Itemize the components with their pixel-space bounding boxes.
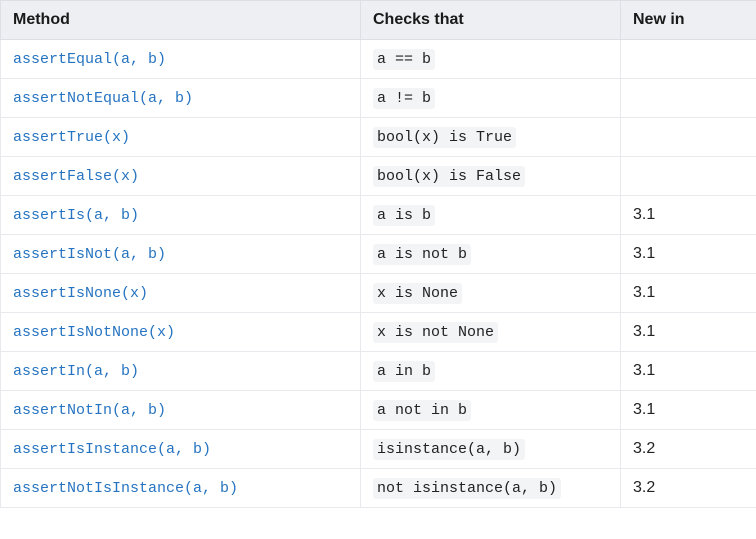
table-row: assertEqual(a, b) a == b	[1, 40, 756, 79]
cell-method: assertNotEqual(a, b)	[1, 79, 361, 118]
table-row: assertFalse(x) bool(x) is False	[1, 157, 756, 196]
method-link[interactable]: assertFalse(x)	[13, 168, 139, 185]
cell-checks: a != b	[361, 79, 621, 118]
header-checks: Checks that	[361, 1, 621, 40]
check-expression: a != b	[373, 88, 435, 109]
table-row: assertIsNotNone(x) x is not None 3.1	[1, 313, 756, 352]
table-header-row: Method Checks that New in	[1, 1, 756, 40]
check-expression: x is None	[373, 283, 462, 304]
method-link[interactable]: assertNotEqual(a, b)	[13, 90, 193, 107]
cell-method: assertIsNot(a, b)	[1, 235, 361, 274]
header-new-in: New in	[621, 1, 756, 40]
cell-new-in	[621, 79, 756, 118]
method-link[interactable]: assertIsInstance(a, b)	[13, 441, 211, 458]
table-row: assertIsNot(a, b) a is not b 3.1	[1, 235, 756, 274]
check-expression: isinstance(a, b)	[373, 439, 525, 460]
table-row: assertIn(a, b) a in b 3.1	[1, 352, 756, 391]
cell-method: assertNotIsInstance(a, b)	[1, 469, 361, 508]
cell-method: assertFalse(x)	[1, 157, 361, 196]
method-link[interactable]: assertIn(a, b)	[13, 363, 139, 380]
method-link[interactable]: assertIsNotNone(x)	[13, 324, 175, 341]
cell-checks: a is b	[361, 196, 621, 235]
cell-checks: a == b	[361, 40, 621, 79]
cell-new-in: 3.1	[621, 235, 756, 274]
cell-method: assertIsNotNone(x)	[1, 313, 361, 352]
cell-new-in: 3.1	[621, 196, 756, 235]
cell-checks: not isinstance(a, b)	[361, 469, 621, 508]
cell-checks: bool(x) is True	[361, 118, 621, 157]
cell-new-in: 3.2	[621, 430, 756, 469]
cell-method: assertIs(a, b)	[1, 196, 361, 235]
cell-checks: isinstance(a, b)	[361, 430, 621, 469]
check-expression: a is b	[373, 205, 435, 226]
cell-method: assertEqual(a, b)	[1, 40, 361, 79]
cell-method: assertIsInstance(a, b)	[1, 430, 361, 469]
cell-new-in: 3.1	[621, 391, 756, 430]
check-expression: a is not b	[373, 244, 471, 265]
cell-new-in: 3.1	[621, 274, 756, 313]
cell-new-in	[621, 118, 756, 157]
cell-checks: a not in b	[361, 391, 621, 430]
table-row: assertIsInstance(a, b) isinstance(a, b) 3.…	[1, 430, 756, 469]
cell-new-in: 3.1	[621, 313, 756, 352]
check-expression: bool(x) is True	[373, 127, 516, 148]
table-row: assertNotIn(a, b) a not in b 3.1	[1, 391, 756, 430]
cell-checks: bool(x) is False	[361, 157, 621, 196]
cell-checks: a is not b	[361, 235, 621, 274]
check-expression: x is not None	[373, 322, 498, 343]
method-link[interactable]: assertEqual(a, b)	[13, 51, 166, 68]
cell-checks: x is None	[361, 274, 621, 313]
check-expression: not isinstance(a, b)	[373, 478, 561, 499]
check-expression: a in b	[373, 361, 435, 382]
cell-method: assertIn(a, b)	[1, 352, 361, 391]
cell-checks: a in b	[361, 352, 621, 391]
method-link[interactable]: assertIsNot(a, b)	[13, 246, 166, 263]
cell-method: assertTrue(x)	[1, 118, 361, 157]
method-link[interactable]: assertTrue(x)	[13, 129, 130, 146]
assert-methods-table: Method Checks that New in assertEqual(a,…	[0, 0, 756, 508]
table-row: assertIsNone(x) x is None 3.1	[1, 274, 756, 313]
header-method: Method	[1, 1, 361, 40]
method-link[interactable]: assertNotIn(a, b)	[13, 402, 166, 419]
cell-new-in	[621, 40, 756, 79]
table-row: assertNotEqual(a, b) a != b	[1, 79, 756, 118]
check-expression: a not in b	[373, 400, 471, 421]
check-expression: a == b	[373, 49, 435, 70]
check-expression: bool(x) is False	[373, 166, 525, 187]
method-link[interactable]: assertNotIsInstance(a, b)	[13, 480, 238, 497]
method-link[interactable]: assertIs(a, b)	[13, 207, 139, 224]
table-row: assertNotIsInstance(a, b) not isinstance(…	[1, 469, 756, 508]
cell-method: assertNotIn(a, b)	[1, 391, 361, 430]
table-row: assertTrue(x) bool(x) is True	[1, 118, 756, 157]
cell-new-in: 3.2	[621, 469, 756, 508]
method-link[interactable]: assertIsNone(x)	[13, 285, 148, 302]
cell-new-in: 3.1	[621, 352, 756, 391]
table-row: assertIs(a, b) a is b 3.1	[1, 196, 756, 235]
cell-method: assertIsNone(x)	[1, 274, 361, 313]
cell-new-in	[621, 157, 756, 196]
cell-checks: x is not None	[361, 313, 621, 352]
